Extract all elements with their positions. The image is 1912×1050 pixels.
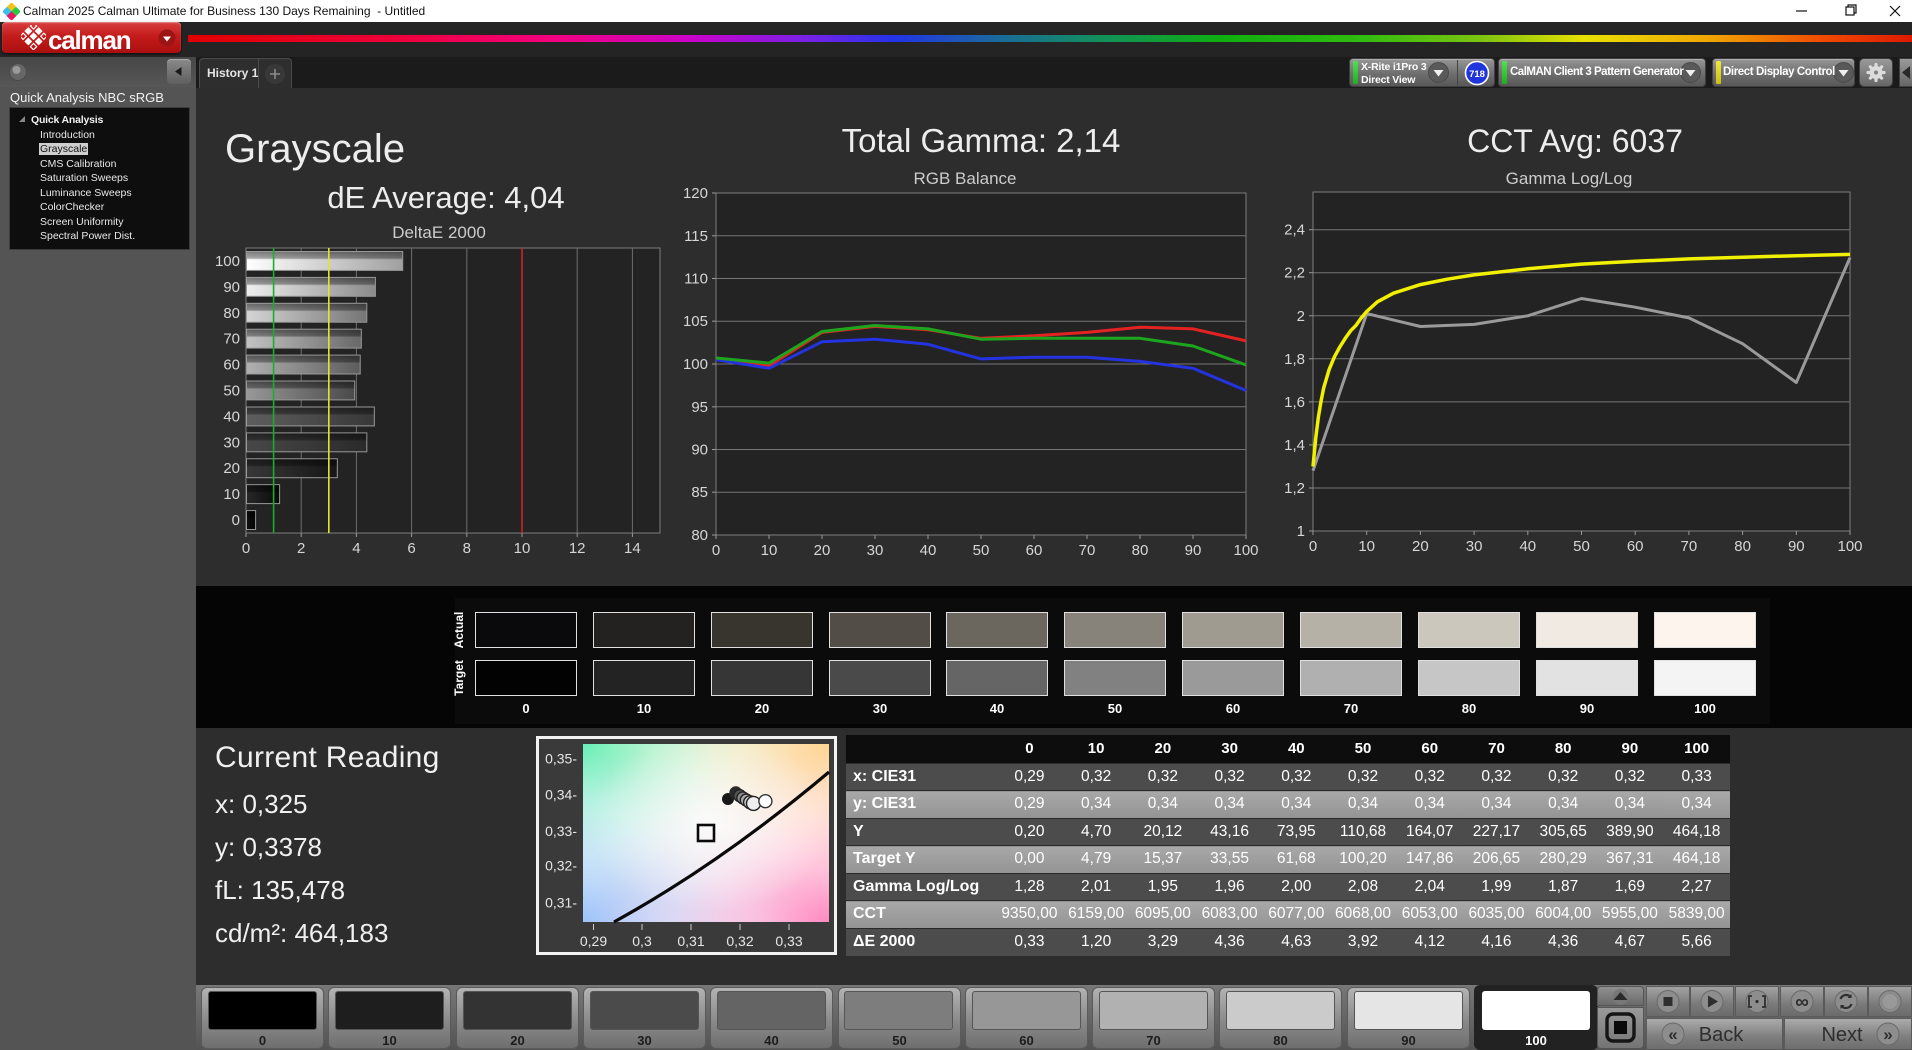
svg-text:0,31-: 0,31- [545,895,577,911]
svg-text:Gamma Log/Log: Gamma Log/Log [1506,169,1633,188]
svg-text:10: 10 [1358,538,1375,555]
svg-text:100: 100 [1837,538,1862,555]
svg-text:2: 2 [1297,308,1305,325]
svg-text:70: 70 [1681,538,1698,555]
svg-text:100: 100 [1233,542,1258,559]
svg-text:0,29: 0,29 [580,933,607,949]
svg-text:20: 20 [1412,538,1429,555]
svg-text:0,32-: 0,32- [545,857,577,873]
svg-text:0: 0 [712,542,720,559]
svg-text:2: 2 [297,540,305,557]
svg-text:40: 40 [1519,538,1536,555]
svg-text:110: 110 [684,271,708,288]
svg-text:20: 20 [814,542,831,559]
svg-text:30: 30 [1466,538,1483,555]
svg-text:718: 718 [1469,69,1485,80]
svg-text:10: 10 [514,540,531,557]
svg-text:80: 80 [223,305,240,322]
svg-text:RGB Balance: RGB Balance [914,169,1017,188]
svg-text:DeltaE 2000: DeltaE 2000 [392,223,486,242]
svg-text:80: 80 [1734,538,1751,555]
svg-text:105: 105 [683,313,708,330]
svg-text:0: 0 [242,540,250,557]
svg-text:95: 95 [691,399,708,416]
svg-text:40: 40 [920,542,937,559]
svg-text:1,8: 1,8 [1284,351,1305,368]
svg-text:80: 80 [1132,542,1149,559]
svg-text:90: 90 [1788,538,1805,555]
svg-text:50: 50 [223,383,240,400]
svg-text:0,32: 0,32 [726,933,753,949]
svg-text:90: 90 [691,442,708,459]
svg-text:0,31: 0,31 [677,933,704,949]
svg-text:50: 50 [973,542,990,559]
svg-text:115: 115 [684,228,708,245]
svg-text:4: 4 [352,540,360,557]
svg-text:30: 30 [223,434,240,451]
svg-text:14: 14 [624,540,641,557]
svg-text:80: 80 [691,527,708,544]
svg-text:60: 60 [1627,538,1644,555]
svg-text:100: 100 [683,356,708,373]
svg-text:Grayscale: Grayscale [225,127,405,171]
svg-text:»: » [1883,1025,1892,1044]
svg-text:10: 10 [223,486,240,503]
svg-text:50: 50 [1573,538,1590,555]
svg-text:40: 40 [223,408,240,425]
svg-text:100: 100 [215,253,240,270]
svg-text:1,4: 1,4 [1284,437,1305,454]
svg-text:2,4: 2,4 [1284,222,1305,239]
svg-text:120: 120 [683,185,708,202]
svg-text:12: 12 [569,540,586,557]
svg-text:0,34-: 0,34- [545,787,577,803]
svg-text:60: 60 [223,357,240,374]
svg-text:6: 6 [407,540,415,557]
svg-text:Total Gamma: 2,14: Total Gamma: 2,14 [842,122,1121,159]
svg-text:«: « [1668,1025,1677,1044]
svg-text:90: 90 [223,279,240,296]
svg-text:1: 1 [1297,523,1305,540]
svg-text:1,6: 1,6 [1284,394,1305,411]
svg-text:0: 0 [1309,538,1317,555]
svg-text:8: 8 [463,540,471,557]
svg-text:Next: Next [1821,1024,1863,1046]
svg-text:Back: Back [1699,1024,1744,1046]
svg-text:1,2: 1,2 [1284,480,1305,497]
svg-text:30: 30 [867,542,884,559]
svg-text:70: 70 [223,331,240,348]
svg-text:90: 90 [1185,542,1202,559]
svg-text:20: 20 [223,460,240,477]
svg-text:CCT Avg: 6037: CCT Avg: 6037 [1467,123,1683,159]
svg-text:70: 70 [1079,542,1096,559]
svg-text:0,33-: 0,33- [545,823,577,839]
svg-text:85: 85 [691,484,708,501]
svg-text:0,33: 0,33 [775,933,802,949]
svg-text:0: 0 [232,512,240,529]
svg-text:0,3: 0,3 [632,933,652,949]
svg-text:dE Average: 4,04: dE Average: 4,04 [327,180,564,215]
svg-text:2,2: 2,2 [1284,265,1305,282]
svg-text:60: 60 [1026,542,1043,559]
svg-text:0,35-: 0,35- [545,751,577,767]
svg-text:∞: ∞ [1795,992,1809,1013]
svg-text:10: 10 [761,542,778,559]
